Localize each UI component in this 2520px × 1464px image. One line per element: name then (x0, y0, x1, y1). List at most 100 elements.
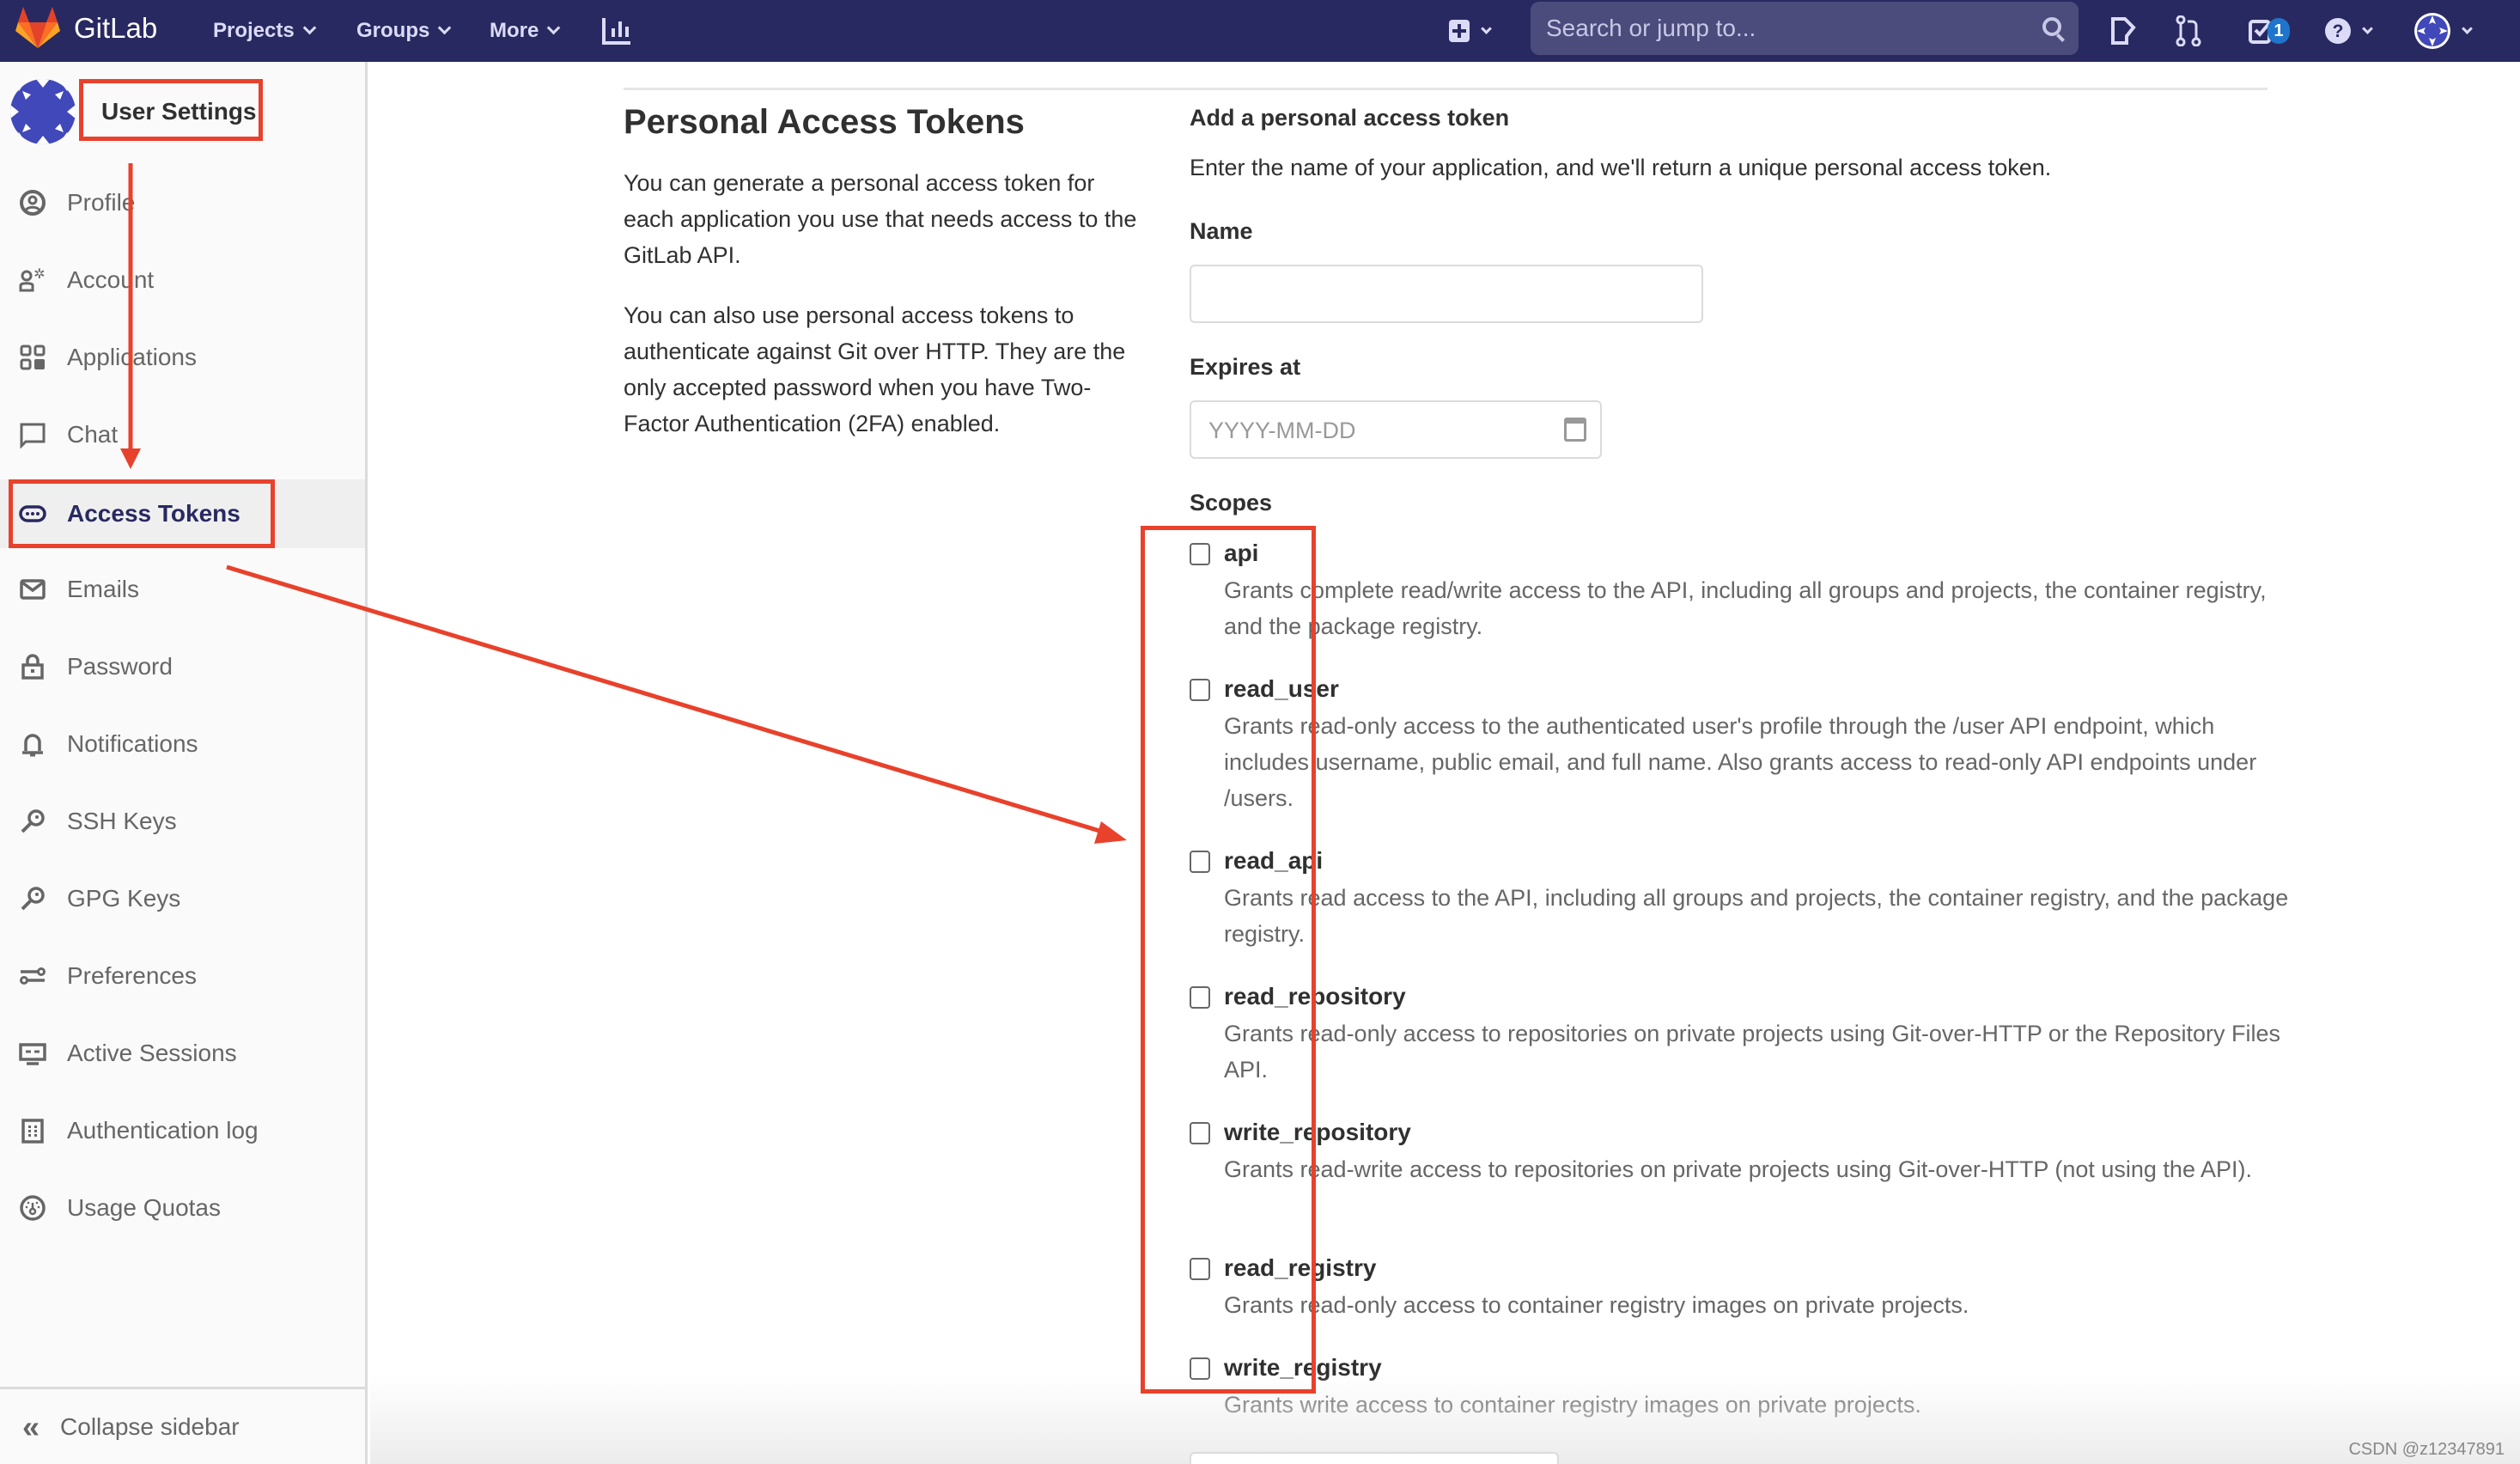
scopes-label: Scopes (1190, 490, 1273, 515)
new-dropdown[interactable] (1448, 0, 1492, 62)
sidebar-item-gpg-keys[interactable]: GPG Keys (0, 861, 365, 936)
nav-more-label: More (490, 19, 539, 42)
chevron-down-icon (1481, 22, 1492, 34)
page-title: Personal Access Tokens (624, 103, 1025, 141)
sidebar-item-label: Profile (67, 189, 136, 216)
sidebar-item-authentication-log[interactable]: Authentication log (0, 1093, 365, 1168)
scope-checkbox[interactable] (1190, 543, 1210, 565)
name-label: Name (1190, 218, 1253, 244)
expires-date-input[interactable]: YYYY-MM-DD (1190, 400, 1602, 459)
sidebar-item-label: Chat (67, 421, 119, 448)
scope-name: api (1224, 540, 1259, 566)
scope-name: read_api (1224, 847, 1324, 874)
nav-groups[interactable]: Groups (356, 0, 452, 62)
bell-icon (19, 730, 46, 758)
collapse-sidebar-button[interactable]: « Collapse sidebar (0, 1387, 365, 1464)
sidebar-item-usage-quotas[interactable]: Usage Quotas (0, 1170, 365, 1246)
double-chevron-left-icon: « (22, 1408, 40, 1444)
sidebar-item-account[interactable]: ✲ Account (0, 242, 365, 318)
chevron-down-icon (438, 21, 452, 34)
scope-name: read_registry (1224, 1254, 1377, 1281)
brand-name: GitLab (74, 12, 158, 44)
sidebar-item-access-tokens[interactable]: Access Tokens (0, 479, 365, 548)
svg-text:✲: ✲ (33, 266, 45, 282)
main-content: Personal Access Tokens You can generate … (370, 62, 2520, 1464)
analytics-icon[interactable] (601, 0, 632, 62)
watermark: CSDN @z12347891 (2348, 1440, 2505, 1459)
top-navbar: GitLab Projects Groups More Search or ju… (0, 0, 2520, 62)
help-icon: ? (2325, 18, 2351, 44)
expires-label: Expires at (1190, 354, 1301, 380)
scope-description: Grants complete read/write access to the… (1224, 577, 2267, 639)
merge-request-icon[interactable] (2175, 0, 2202, 62)
sidebar-header[interactable]: User Settings (10, 79, 257, 144)
sidebar-item-ssh-keys[interactable]: SSH Keys (0, 784, 365, 859)
calendar-icon (1564, 418, 1586, 442)
svg-text:?: ? (2333, 21, 2344, 41)
scope-description: Grants read-write access to repositories… (1224, 1156, 2252, 1182)
user-menu[interactable] (2413, 0, 2473, 62)
token-name-input[interactable] (1190, 265, 1703, 323)
sidebar-item-emails[interactable]: Emails (0, 552, 365, 627)
plus-square-icon (1449, 20, 1470, 42)
bottom-fade (370, 1375, 2520, 1464)
scope-checkbox[interactable] (1190, 851, 1210, 873)
nav-more[interactable]: More (490, 0, 561, 62)
sidebar-item-chat[interactable]: Chat (0, 397, 365, 473)
sidebar-item-profile[interactable]: Profile (0, 165, 365, 241)
key-icon (19, 808, 46, 835)
chevron-down-icon (2462, 22, 2473, 34)
scope-description: Grants read-only access to the authentic… (1224, 713, 2257, 811)
sidebar-title: User Settings (101, 98, 257, 125)
sidebar-item-active-sessions[interactable]: Active Sessions (0, 1016, 365, 1091)
gitlab-logo[interactable]: GitLab (15, 7, 157, 50)
sidebar-item-label: Active Sessions (67, 1040, 237, 1066)
scope-description: Grants read-only access to repositories … (1224, 1021, 2280, 1083)
token-icon (19, 500, 46, 528)
issues-icon[interactable] (2109, 0, 2137, 62)
log-icon (19, 1117, 46, 1144)
sidebar-item-password[interactable]: Password (0, 629, 365, 705)
gauge-icon (19, 1194, 46, 1222)
settings-sidebar: User Settings Profile ✲ Account Applicat… (0, 62, 368, 1464)
scope-name: read_user (1224, 675, 1339, 702)
avatar (10, 79, 76, 144)
key-icon (19, 885, 46, 912)
search-input[interactable]: Search or jump to... (1531, 2, 2079, 55)
scope-name: read_repository (1224, 983, 1406, 1010)
intro-paragraph-1: You can generate a personal access token… (624, 170, 1137, 268)
nav-projects[interactable]: Projects (213, 0, 316, 62)
sidebar-item-notifications[interactable]: Notifications (0, 706, 365, 782)
lock-icon (19, 653, 46, 680)
todos-button[interactable]: 1 (2249, 0, 2290, 62)
sidebar-item-label: Password (67, 653, 173, 680)
scope-name: write_repository (1224, 1119, 1411, 1145)
help-dropdown[interactable]: ? (2324, 0, 2373, 62)
scope-checkbox[interactable] (1190, 1122, 1210, 1144)
create-token-button[interactable] (1190, 1452, 1559, 1464)
collapse-sidebar-label: Collapse sidebar (60, 1412, 240, 1440)
todo-count-badge: 1 (2267, 18, 2290, 44)
scope-checkbox[interactable] (1190, 679, 1210, 701)
intro-paragraph-2: You can also use personal access tokens … (624, 302, 1126, 436)
scope-checkbox[interactable] (1190, 1258, 1210, 1280)
chevron-down-icon (302, 21, 316, 34)
search-placeholder: Search or jump to... (1546, 15, 1756, 41)
preferences-icon (19, 962, 46, 990)
scope-description: Grants read-only access to container reg… (1224, 1292, 1969, 1318)
mail-icon (19, 576, 46, 603)
monitor-icon (19, 1040, 46, 1067)
profile-icon (19, 189, 46, 217)
sidebar-item-applications[interactable]: Applications (0, 320, 365, 395)
chat-icon (19, 421, 46, 448)
search-icon (2042, 17, 2061, 36)
sidebar-item-preferences[interactable]: Preferences (0, 938, 365, 1014)
applications-icon (19, 344, 46, 371)
scope-checkbox[interactable] (1190, 986, 1210, 1009)
sidebar-item-label: GPG Keys (67, 885, 181, 912)
form-title: Add a personal access token (1190, 105, 1510, 131)
account-icon: ✲ (19, 266, 46, 294)
sidebar-item-label: Notifications (67, 730, 198, 757)
nav-groups-label: Groups (356, 19, 430, 42)
section-divider (624, 88, 2267, 90)
